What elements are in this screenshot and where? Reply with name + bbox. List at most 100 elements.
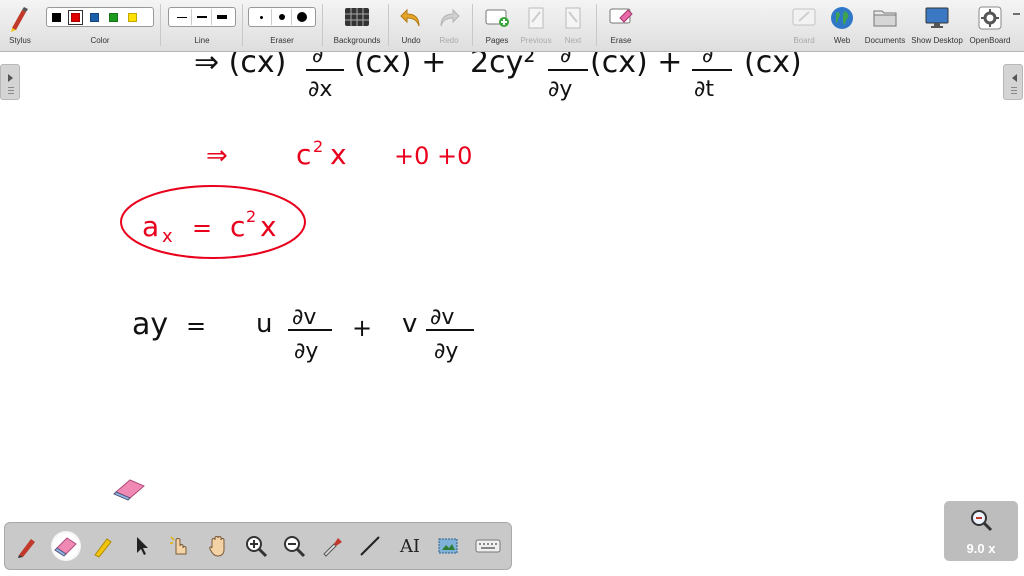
line-medium-option[interactable]	[192, 9, 212, 25]
line1-after-frac1: (cx) +	[354, 52, 446, 80]
eraser-cursor-icon	[113, 479, 145, 501]
boxed-superscript: 2	[246, 207, 256, 226]
openboard-menu-button[interactable]: OpenBoard	[966, 0, 1014, 52]
line1-frac2-denominator: ∂y	[548, 77, 572, 102]
documents-label: Documents	[864, 36, 906, 45]
line2-c: c	[296, 138, 311, 171]
next-page-icon	[565, 7, 581, 29]
color-yellow-swatch[interactable]	[128, 12, 137, 22]
hand-tool-button[interactable]	[203, 531, 233, 561]
line1-frac3-denominator: ∂t	[694, 77, 714, 102]
eraser-icon	[54, 537, 77, 557]
undo-button[interactable]: Undo	[394, 0, 428, 52]
text-tool-button[interactable]: AI	[395, 531, 425, 561]
select-tool-button[interactable]	[127, 531, 157, 561]
eraser-large-option[interactable]	[292, 9, 312, 25]
board-icon	[792, 8, 816, 26]
web-button[interactable]: Web	[826, 0, 858, 52]
capture-tool-button[interactable]	[433, 531, 463, 561]
line1-frac1-denominator: ∂x	[308, 77, 332, 102]
eraser-tool-button[interactable]	[51, 531, 81, 561]
pages-button[interactable]: Pages	[480, 0, 514, 52]
line2-rest: +0 +0	[394, 142, 472, 170]
line3-frac1-denominator: ∂y	[294, 339, 318, 364]
pages-label: Pages	[485, 36, 509, 45]
line3-u: u	[256, 309, 272, 339]
globe-icon	[831, 7, 853, 29]
line3-frac2-numerator: ∂v	[430, 305, 454, 330]
color-blue-swatch[interactable]	[90, 12, 99, 22]
undo-icon	[400, 8, 420, 27]
board-button[interactable]: Board	[788, 0, 820, 52]
next-label: Next	[564, 36, 582, 45]
pipette-tool-button[interactable]	[317, 531, 347, 561]
redo-button[interactable]: Redo	[432, 0, 466, 52]
eraser-small-option[interactable]	[252, 9, 272, 25]
documents-button[interactable]: Documents	[862, 0, 908, 52]
folder-icon	[873, 10, 897, 27]
hand-icon	[209, 536, 225, 557]
line3-frac1-numerator: ∂v	[292, 305, 316, 330]
show-desktop-label: Show Desktop	[911, 36, 963, 45]
zoom-out-button[interactable]	[279, 531, 309, 561]
boxed-x: x	[260, 210, 277, 243]
color-black-swatch[interactable]	[52, 12, 61, 22]
line-thick-option[interactable]	[212, 9, 232, 25]
backgrounds-label: Backgrounds	[333, 36, 381, 45]
erase-button[interactable]: Erase	[604, 0, 638, 52]
minimize-window-icon[interactable]	[1013, 8, 1020, 15]
line3-lhs: ay	[132, 307, 168, 342]
zoom-in-button[interactable]	[241, 531, 271, 561]
zoom-indicator[interactable]: 9.0 x	[944, 501, 1018, 561]
board-label: Board	[793, 36, 815, 45]
line3-v: v	[402, 309, 417, 339]
line3-frac2-denominator: ∂y	[434, 339, 458, 364]
capture-icon	[438, 538, 458, 554]
redo-icon	[440, 8, 460, 27]
boxed-a: a	[142, 210, 159, 243]
zoom-in-icon	[246, 536, 268, 558]
monitor-icon	[925, 7, 949, 28]
laser-pointer-button[interactable]	[165, 531, 195, 561]
tools-palette: AI	[4, 522, 512, 570]
zoom-out-icon	[284, 536, 306, 558]
gear-icon	[978, 6, 1002, 30]
highlighter-icon	[94, 538, 112, 558]
whiteboard-canvas[interactable]: ⇒ (cx) ∂ ∂x (cx) + 2cy² ∂ ∂y (cx) + ∂ ∂t…	[0, 52, 1024, 576]
text-icon: AI	[399, 535, 421, 557]
color-green-swatch[interactable]	[109, 12, 118, 22]
openboard-label: OpenBoard	[969, 36, 1011, 45]
line-label: Line	[194, 36, 210, 45]
boxed-subscript: x	[162, 226, 173, 247]
color-red-swatch[interactable]	[68, 9, 83, 25]
stylus-label: Stylus	[9, 36, 31, 45]
toolbar-divider	[322, 4, 323, 46]
line1-after-frac2: (cx) +	[590, 52, 682, 80]
laser-pointer-icon	[170, 536, 187, 555]
line-icon	[360, 536, 380, 556]
stylus-icon	[11, 7, 28, 32]
line2-superscript: 2	[313, 137, 323, 156]
line1-frac3-numerator: ∂	[702, 52, 713, 68]
pen-icon	[18, 539, 35, 558]
color-group: Color	[44, 0, 156, 52]
pen-tool-button[interactable]	[13, 531, 43, 561]
virtual-keyboard-button[interactable]	[473, 531, 503, 561]
highlighter-tool-button[interactable]	[89, 531, 119, 561]
color-palette	[46, 7, 154, 27]
previous-page-button[interactable]: Previous	[516, 0, 556, 52]
toolbar-divider	[472, 4, 473, 46]
show-desktop-button[interactable]: Show Desktop	[908, 0, 966, 52]
previous-label: Previous	[520, 36, 552, 45]
line-thin-option[interactable]	[172, 9, 192, 25]
line3-equals: =	[186, 312, 206, 340]
backgrounds-icon	[345, 8, 369, 26]
previous-page-icon	[528, 7, 544, 29]
backgrounds-button[interactable]: Backgrounds	[330, 0, 384, 52]
next-page-button[interactable]: Next	[558, 0, 588, 52]
line1-frac2-numerator: ∂	[560, 52, 571, 68]
eraser-medium-option[interactable]	[272, 9, 292, 25]
line-tool-button[interactable]	[355, 531, 385, 561]
stylus-button[interactable]: Stylus	[2, 0, 38, 52]
undo-label: Undo	[401, 36, 421, 45]
